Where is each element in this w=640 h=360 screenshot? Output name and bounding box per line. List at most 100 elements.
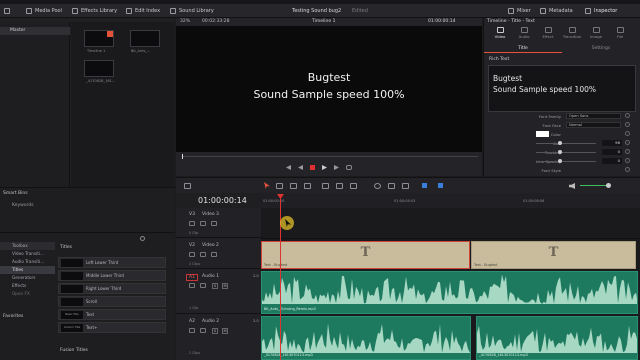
media-thumbnail[interactable] bbox=[130, 30, 160, 47]
volume-icon[interactable] bbox=[569, 183, 575, 189]
tab-video[interactable]: Video bbox=[490, 26, 510, 42]
timeline-ruler[interactable]: 01:00:00:00 01:00:04:03 01:00:08:06 bbox=[261, 193, 640, 208]
audio-clip[interactable]: _4170828_1613070113.mp3 bbox=[476, 316, 638, 360]
lock-icon[interactable] bbox=[189, 221, 195, 226]
play-reverse-icon[interactable] bbox=[298, 165, 303, 170]
trim-tool-icon[interactable] bbox=[276, 183, 283, 189]
jump-forward-icon[interactable] bbox=[334, 165, 339, 170]
loop-icon[interactable] bbox=[346, 165, 352, 170]
tab-audio[interactable]: Audio bbox=[514, 26, 534, 42]
solo-button[interactable]: S bbox=[212, 283, 218, 289]
fx-tree-audio-transitions[interactable]: Audio Transiti... bbox=[0, 258, 55, 266]
auto-select-icon[interactable] bbox=[200, 328, 206, 333]
line-spacing-slider-handle[interactable] bbox=[558, 159, 562, 163]
position-lock-icon[interactable] bbox=[402, 183, 409, 189]
effects-library-button[interactable]: Effects Library bbox=[72, 6, 117, 16]
monitor-icon[interactable] bbox=[211, 221, 217, 226]
fx-tree-titles[interactable]: Titles bbox=[0, 266, 55, 274]
line-spacing-value[interactable]: 0 bbox=[602, 158, 622, 164]
play-icon[interactable] bbox=[322, 165, 327, 170]
audio-clip[interactable]: Bit_Ants__Echoing_Remix.mp3 bbox=[261, 271, 638, 314]
fx-tree-generators[interactable]: Generators bbox=[0, 274, 55, 282]
layout-icon[interactable] bbox=[184, 183, 191, 189]
inspector-button[interactable]: Inspector bbox=[585, 6, 617, 16]
replace-clip-icon[interactable] bbox=[350, 183, 357, 189]
size-value[interactable]: 96 bbox=[602, 140, 622, 146]
auto-select-icon[interactable] bbox=[200, 221, 206, 226]
font-face-select[interactable]: Normal bbox=[566, 122, 621, 128]
fx-tree-openfx[interactable]: Open FX bbox=[0, 290, 55, 298]
media-pool-button[interactable]: Media Pool bbox=[26, 6, 62, 16]
fx-tree-video-transitions[interactable]: Video Transiti... bbox=[0, 250, 55, 258]
stop-icon[interactable] bbox=[310, 165, 315, 170]
reset-icon[interactable] bbox=[625, 167, 630, 172]
overwrite-clip-icon[interactable] bbox=[336, 183, 343, 189]
scrubber-handle[interactable] bbox=[182, 154, 183, 159]
insert-clip-icon[interactable] bbox=[322, 183, 329, 189]
lock-icon[interactable] bbox=[189, 252, 195, 257]
tracking-value[interactable]: 0 bbox=[602, 149, 622, 155]
subtab-settings[interactable]: Settings bbox=[562, 45, 640, 53]
title-item[interactable]: Custom Title Text+ bbox=[58, 322, 166, 333]
mixer-button[interactable]: Mixer bbox=[508, 6, 531, 16]
selection-tool-icon[interactable] bbox=[264, 182, 270, 189]
title-item[interactable]: Scroll bbox=[58, 296, 166, 307]
title-clip[interactable]: T Text - Bugtest bbox=[261, 241, 470, 269]
auto-select-icon[interactable] bbox=[200, 252, 206, 257]
workspace-icon[interactable] bbox=[4, 6, 13, 16]
size-slider[interactable] bbox=[536, 143, 596, 144]
tab-effect[interactable]: Effect bbox=[538, 26, 558, 42]
keywords-item[interactable]: Keywords bbox=[12, 203, 34, 208]
reset-icon[interactable] bbox=[625, 149, 630, 154]
zoom-level[interactable]: 32% bbox=[180, 19, 190, 24]
jump-back-icon[interactable] bbox=[286, 165, 291, 170]
scrubber-track[interactable] bbox=[182, 156, 478, 157]
dynamic-trim-icon[interactable] bbox=[290, 183, 297, 189]
lock-icon[interactable] bbox=[189, 328, 195, 333]
reset-icon[interactable] bbox=[625, 122, 630, 127]
rich-text-field[interactable]: Bugtest Sound Sample speed 100% bbox=[488, 65, 636, 112]
color-swatch[interactable] bbox=[536, 131, 549, 137]
audio-clip[interactable]: _4170828_1613070113.mp3 bbox=[261, 316, 471, 360]
line-spacing-slider[interactable] bbox=[536, 161, 596, 162]
tab-transition[interactable]: Transition bbox=[562, 26, 582, 42]
timeline-tracks[interactable]: T Text - Bugtest T Text - Bugtest Bit_An… bbox=[261, 208, 640, 360]
marker-icon[interactable] bbox=[438, 183, 443, 188]
lock-icon[interactable] bbox=[189, 283, 195, 288]
solo-button[interactable]: S bbox=[212, 328, 218, 334]
reset-icon[interactable] bbox=[625, 131, 630, 136]
sound-library-button[interactable]: Sound Library bbox=[170, 6, 214, 16]
volume-slider-handle[interactable] bbox=[606, 183, 611, 188]
video-viewer[interactable]: Bugtest Sound Sample speed 100% bbox=[176, 26, 482, 152]
reset-icon[interactable] bbox=[625, 140, 630, 145]
blade-tool-icon[interactable] bbox=[304, 183, 311, 189]
title-item[interactable]: Right Lower Third bbox=[58, 283, 166, 294]
fx-tree-toolbox[interactable]: Toolbox bbox=[0, 242, 55, 250]
monitor-icon[interactable] bbox=[211, 252, 217, 257]
auto-select-icon[interactable] bbox=[200, 283, 206, 288]
tracking-slider[interactable] bbox=[536, 152, 596, 153]
mute-button[interactable]: M bbox=[222, 328, 228, 334]
media-thumbnail[interactable] bbox=[84, 60, 114, 77]
tracking-slider-handle[interactable] bbox=[558, 150, 562, 154]
tab-image[interactable]: Image bbox=[586, 26, 606, 42]
master-bin[interactable]: Master bbox=[0, 27, 70, 35]
size-slider-handle[interactable] bbox=[558, 141, 562, 145]
fx-tree-effects[interactable]: Effects bbox=[0, 282, 55, 290]
flag-icon[interactable] bbox=[422, 183, 427, 188]
edit-index-button[interactable]: Edit Index bbox=[126, 6, 160, 16]
font-family-select[interactable]: Open Sans bbox=[566, 113, 621, 119]
tab-file[interactable]: File bbox=[610, 26, 630, 42]
search-icon[interactable] bbox=[140, 236, 145, 241]
media-thumbnail[interactable] bbox=[84, 30, 114, 47]
title-item[interactable]: Left Lower Third bbox=[58, 257, 166, 268]
snapping-icon[interactable] bbox=[374, 183, 381, 189]
title-item[interactable]: Basic Title Text bbox=[58, 309, 166, 320]
metadata-button[interactable]: Metadata bbox=[540, 6, 573, 16]
link-icon[interactable] bbox=[388, 183, 395, 189]
title-item[interactable]: Middle Lower Third bbox=[58, 270, 166, 281]
reset-icon[interactable] bbox=[625, 158, 630, 163]
reset-icon[interactable] bbox=[625, 113, 630, 118]
timeline-name[interactable]: Timeline 1 bbox=[312, 19, 335, 24]
subtab-title[interactable]: Title bbox=[484, 45, 562, 53]
